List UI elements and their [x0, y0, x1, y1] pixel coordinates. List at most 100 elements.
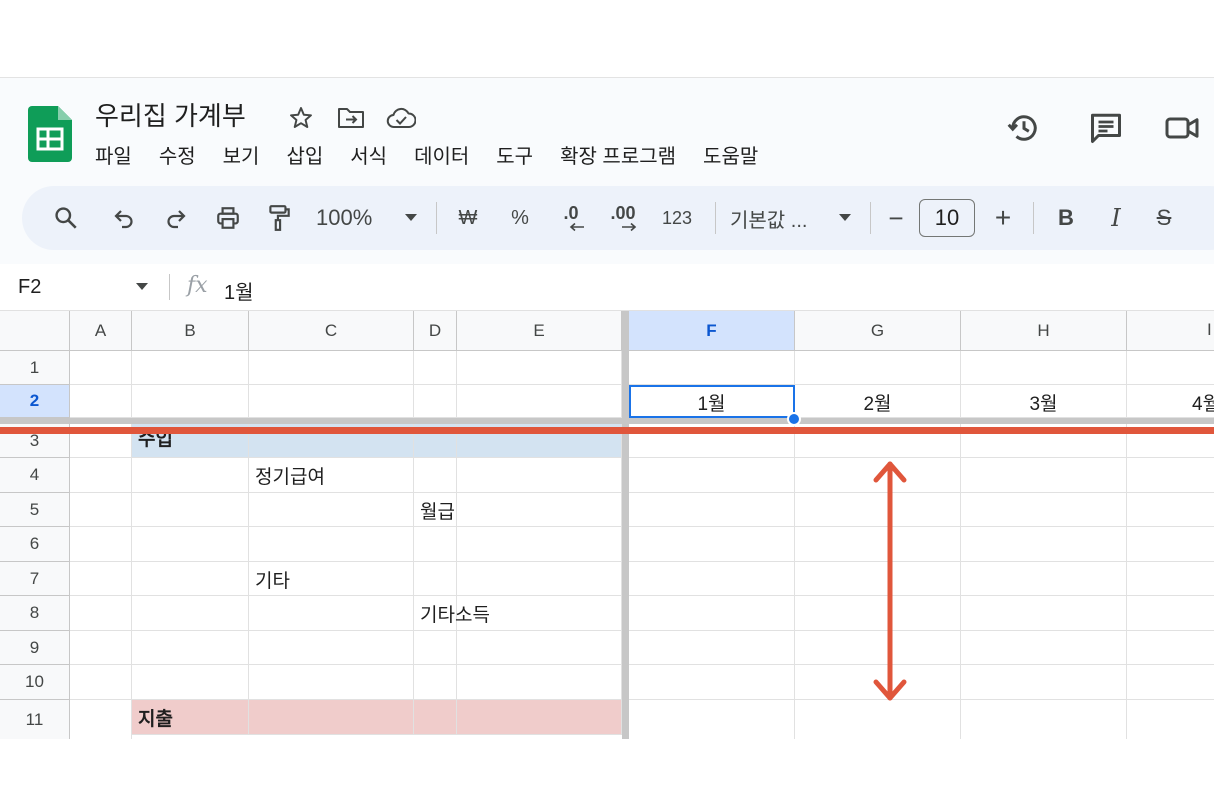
- cell-d1[interactable]: [414, 351, 457, 385]
- column-freeze-handle[interactable]: [622, 311, 629, 739]
- column-header-c[interactable]: C: [249, 311, 414, 351]
- cell-a1[interactable]: [70, 351, 132, 385]
- italic-button[interactable]: I: [1088, 198, 1144, 238]
- row-freeze-handle[interactable]: [0, 418, 1214, 424]
- font-size-input[interactable]: 10: [919, 199, 975, 237]
- cell-f11[interactable]: [629, 700, 795, 739]
- cell-f5[interactable]: [629, 493, 795, 527]
- cell-d7[interactable]: [414, 562, 457, 596]
- cell-a2[interactable]: [70, 385, 132, 418]
- cell-i10[interactable]: [1127, 665, 1214, 700]
- cell-c8[interactable]: [249, 596, 414, 631]
- menu-insert[interactable]: 삽입: [286, 140, 323, 169]
- increase-decimal-button[interactable]: .00: [597, 198, 649, 238]
- menu-help[interactable]: 도움말: [703, 140, 758, 169]
- cell-a8[interactable]: [70, 596, 132, 631]
- cell-b5[interactable]: [132, 493, 249, 527]
- cell-d11[interactable]: [414, 700, 457, 735]
- cell-h11[interactable]: [961, 700, 1127, 739]
- cell-f10[interactable]: [629, 665, 795, 700]
- menu-tools[interactable]: 도구: [496, 140, 533, 169]
- cell-a5[interactable]: [70, 493, 132, 527]
- cell-d10[interactable]: [414, 665, 457, 700]
- cell-f1[interactable]: [629, 351, 795, 385]
- menu-format[interactable]: 서식: [350, 140, 387, 169]
- cell-d2[interactable]: [414, 385, 457, 418]
- fill-handle[interactable]: [787, 412, 801, 426]
- menu-view[interactable]: 보기: [223, 140, 260, 169]
- cell-e4[interactable]: [457, 458, 622, 493]
- cell-c7[interactable]: 기타: [249, 562, 414, 596]
- font-dropdown-icon[interactable]: [830, 198, 860, 238]
- cell-a4[interactable]: [70, 458, 132, 493]
- cell-i6[interactable]: [1127, 527, 1214, 562]
- cell-a6[interactable]: [70, 527, 132, 562]
- row-header-2[interactable]: 2: [0, 385, 70, 418]
- cell-c6[interactable]: [249, 527, 414, 562]
- zoom-select[interactable]: 100%: [316, 198, 396, 238]
- currency-button[interactable]: ₩: [447, 198, 489, 238]
- cell-h7[interactable]: [961, 562, 1127, 596]
- cell-e5[interactable]: [457, 493, 622, 527]
- cell-a11[interactable]: [70, 700, 132, 739]
- cell-i2[interactable]: 4월: [1127, 385, 1214, 418]
- cell-c4[interactable]: 정기급여: [249, 458, 414, 493]
- print-icon[interactable]: [200, 198, 256, 238]
- cell-e7[interactable]: [457, 562, 622, 596]
- redo-icon[interactable]: [152, 198, 200, 238]
- name-box-dropdown-icon[interactable]: [135, 282, 149, 292]
- cell-b1[interactable]: [132, 351, 249, 385]
- cell-c5[interactable]: [249, 493, 414, 527]
- cell-c10[interactable]: [249, 665, 414, 700]
- meet-icon[interactable]: [1162, 108, 1214, 148]
- cell-e9[interactable]: [457, 631, 622, 665]
- cell-c11[interactable]: [249, 700, 414, 735]
- cell-b9[interactable]: [132, 631, 249, 665]
- number-format-button[interactable]: 123: [649, 198, 705, 238]
- column-header-e[interactable]: E: [457, 311, 622, 351]
- cell-e11[interactable]: [457, 700, 622, 735]
- cell-i11[interactable]: [1127, 700, 1214, 739]
- cell-e1[interactable]: [457, 351, 622, 385]
- cell-i4[interactable]: [1127, 458, 1214, 493]
- column-header-i[interactable]: I: [1127, 311, 1214, 351]
- star-icon[interactable]: [285, 102, 317, 134]
- row-header-10[interactable]: 10: [0, 665, 70, 700]
- column-header-b[interactable]: B: [132, 311, 249, 351]
- column-header-h[interactable]: H: [961, 311, 1127, 351]
- cell-d8[interactable]: 기타소득: [414, 596, 490, 631]
- cell-b8[interactable]: [132, 596, 249, 631]
- menu-edit[interactable]: 수정: [159, 140, 196, 169]
- search-icon[interactable]: [50, 198, 82, 238]
- cell-g2[interactable]: 2월: [795, 385, 961, 418]
- cell-b7[interactable]: [132, 562, 249, 596]
- cell-b4[interactable]: [132, 458, 249, 493]
- paint-format-icon[interactable]: [256, 198, 302, 238]
- cell-d5[interactable]: 월급: [414, 493, 457, 527]
- zoom-dropdown-icon[interactable]: [396, 198, 426, 238]
- cell-h9[interactable]: [961, 631, 1127, 665]
- column-header-a[interactable]: A: [70, 311, 132, 351]
- cell-a10[interactable]: [70, 665, 132, 700]
- cell-b6[interactable]: [132, 527, 249, 562]
- row-header-7[interactable]: 7: [0, 562, 70, 596]
- decrease-decimal-button[interactable]: .0: [545, 198, 597, 238]
- cell-h2[interactable]: 3월: [961, 385, 1127, 418]
- sheets-logo-icon[interactable]: [28, 106, 72, 162]
- cell-h5[interactable]: [961, 493, 1127, 527]
- strikethrough-button[interactable]: S: [1144, 198, 1184, 238]
- cell-h1[interactable]: [961, 351, 1127, 385]
- font-select[interactable]: 기본값 ...: [726, 198, 830, 238]
- row-header-6[interactable]: 6: [0, 527, 70, 562]
- cell-e2[interactable]: [457, 385, 622, 418]
- undo-icon[interactable]: [96, 198, 152, 238]
- cell-i5[interactable]: [1127, 493, 1214, 527]
- cell-e6[interactable]: [457, 527, 622, 562]
- cell-b11[interactable]: 지출: [132, 700, 249, 735]
- cell-d6[interactable]: [414, 527, 457, 562]
- cell-c2[interactable]: [249, 385, 414, 418]
- cell-d9[interactable]: [414, 631, 457, 665]
- cell-b2[interactable]: [132, 385, 249, 418]
- cell-f8[interactable]: [629, 596, 795, 631]
- cell-f6[interactable]: [629, 527, 795, 562]
